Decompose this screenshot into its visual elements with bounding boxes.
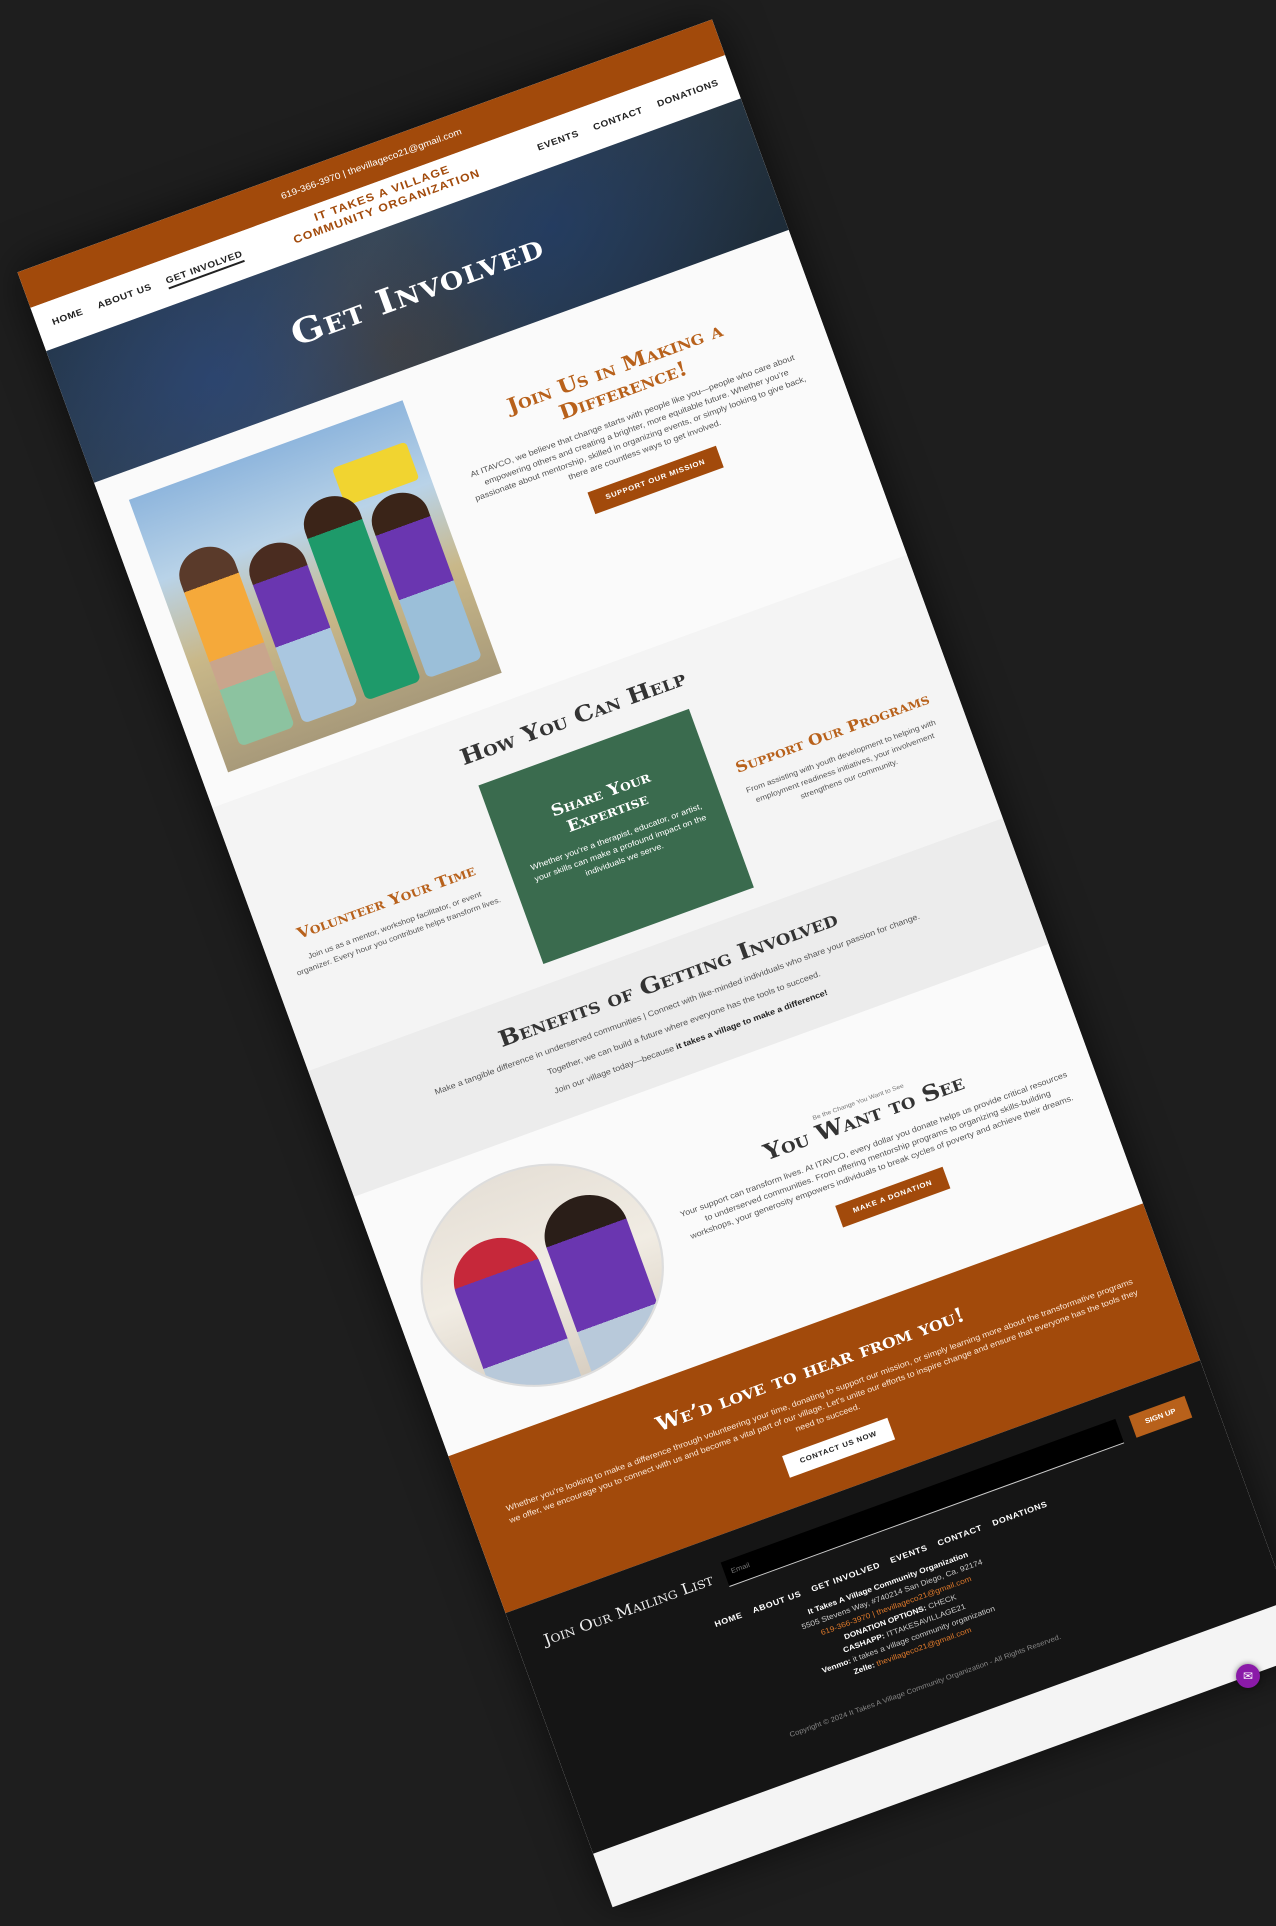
nav-events[interactable]: EVENTS <box>536 128 580 152</box>
donate-text: Be the Change You Want to See You Want t… <box>664 1029 1091 1278</box>
programs-card: Support Our Programs From assisting with… <box>727 688 953 822</box>
footer-nav-home[interactable]: HOME <box>713 1611 743 1629</box>
nav-donations[interactable]: DONATIONS <box>656 77 720 109</box>
volunteers-photo <box>388 1129 696 1421</box>
nav-contact[interactable]: CONTACT <box>592 105 645 132</box>
group-photo <box>128 400 502 773</box>
volunteer-card: Volunteer Your Time Join us as a mentor,… <box>281 856 503 979</box>
signup-button[interactable]: SIGN UP <box>1128 1395 1193 1438</box>
nav-home[interactable]: HOME <box>51 306 86 330</box>
chat-icon[interactable]: ✉ <box>1236 1664 1260 1688</box>
nav-about-us[interactable]: ABOUT US <box>96 282 154 315</box>
website-page: 619-366-3970 | thevillageco21@gmail.com … <box>17 19 1276 1908</box>
footer-nav-events[interactable]: EVENTS <box>889 1543 929 1565</box>
